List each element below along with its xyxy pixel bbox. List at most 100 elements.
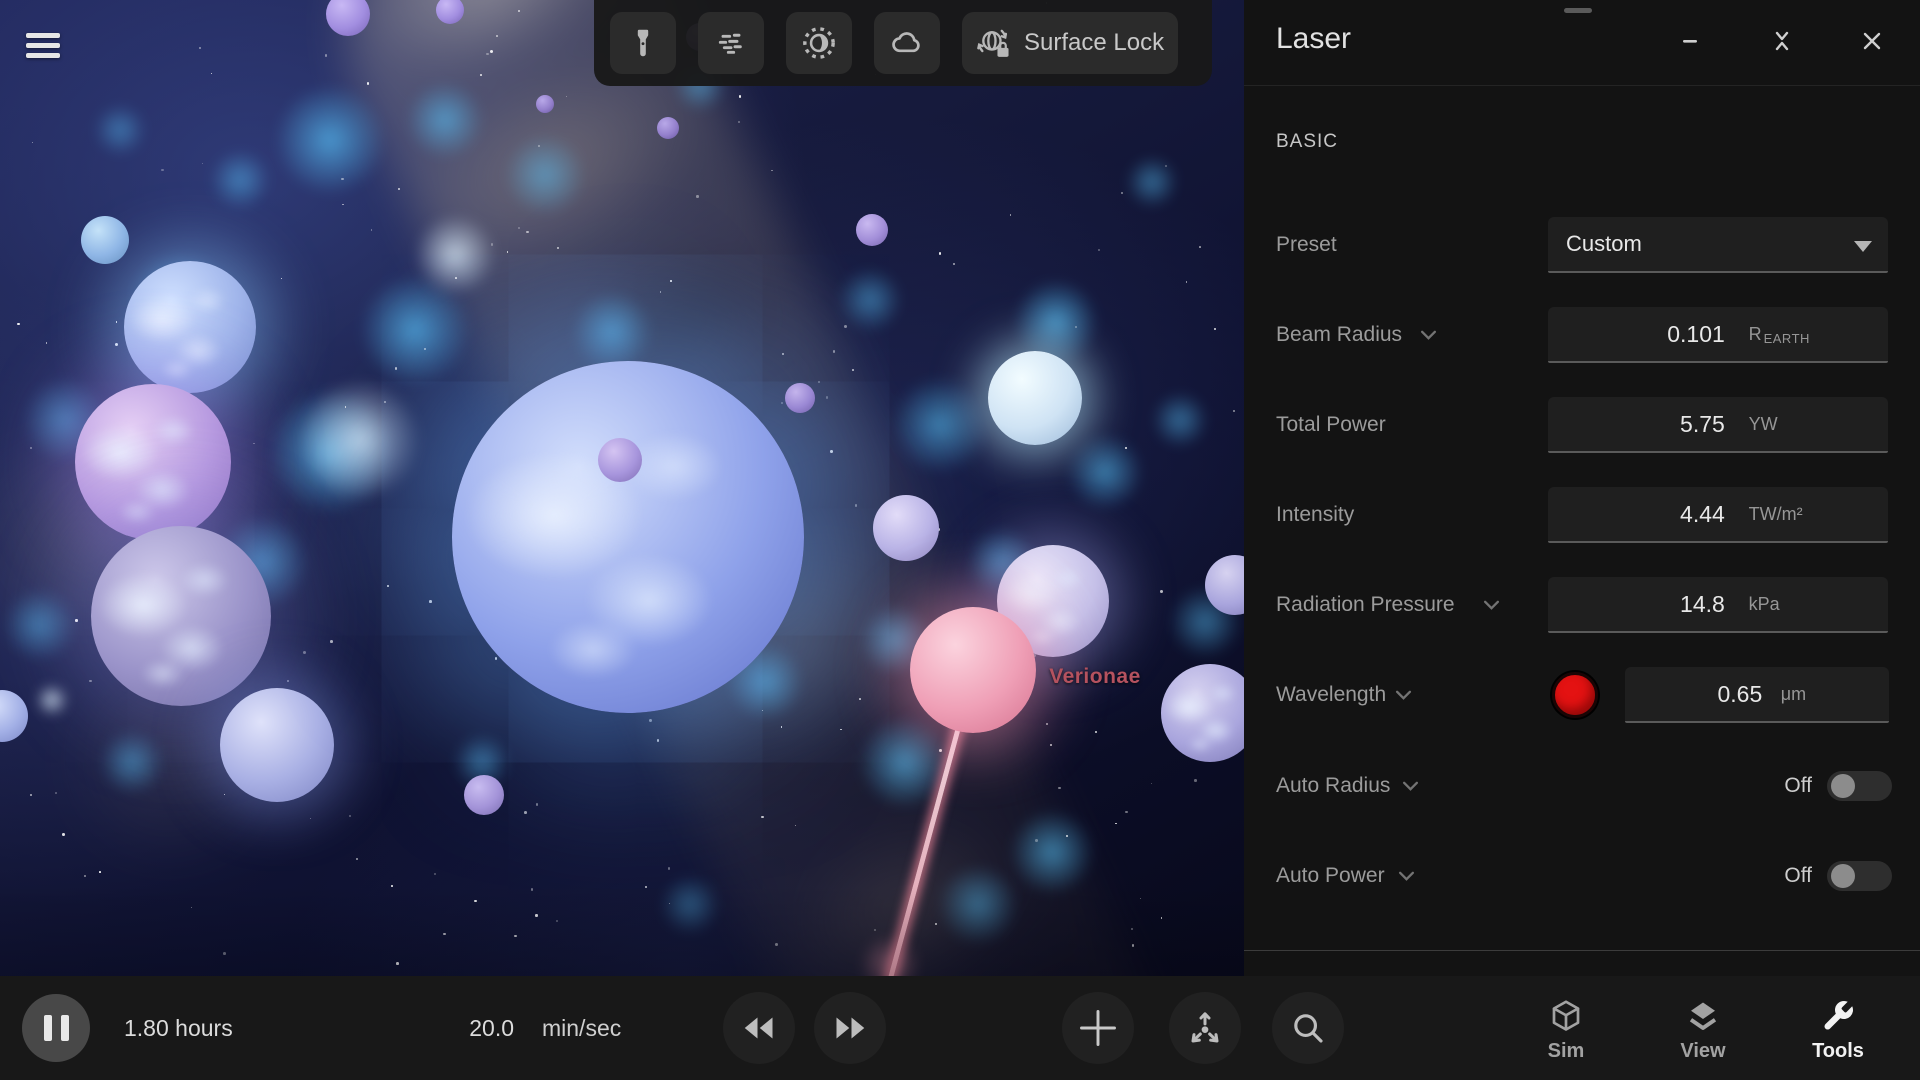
laser-tool-panel: Laser BASIC Preset Custom xyxy=(1244,0,1920,976)
celestial-body[interactable] xyxy=(910,607,1036,733)
star xyxy=(30,447,32,449)
star xyxy=(781,402,783,404)
star xyxy=(253,443,255,445)
auto-power-toggle[interactable] xyxy=(1827,861,1892,891)
glow-blob xyxy=(860,605,930,675)
intensity-unit: TW/m² xyxy=(1749,487,1803,541)
celestial-body[interactable] xyxy=(220,688,334,802)
celestial-body[interactable] xyxy=(124,261,256,393)
star xyxy=(486,53,489,56)
star xyxy=(833,350,835,352)
chevron-down-icon[interactable] xyxy=(1402,779,1419,793)
sim-rate-value[interactable]: 20.0 xyxy=(440,976,514,1080)
star xyxy=(287,680,289,682)
star xyxy=(396,962,399,965)
space-viewport[interactable]: Verionae xyxy=(0,0,1244,1080)
particles-icon xyxy=(715,27,747,59)
star xyxy=(89,680,92,683)
chevron-down-icon[interactable] xyxy=(1398,869,1415,883)
surface-lock-button[interactable]: Surface Lock xyxy=(962,12,1178,74)
menu-button[interactable] xyxy=(22,24,68,66)
star xyxy=(1033,654,1036,657)
star xyxy=(134,580,136,582)
star xyxy=(691,554,694,557)
star xyxy=(146,402,149,405)
star xyxy=(199,47,202,50)
celestial-body[interactable] xyxy=(1205,555,1244,615)
celestial-body[interactable] xyxy=(81,216,129,264)
search-button[interactable] xyxy=(1272,992,1344,1064)
chevron-down-icon[interactable] xyxy=(1483,598,1500,612)
star xyxy=(175,418,178,421)
celestial-body[interactable] xyxy=(657,117,679,139)
celestial-body[interactable] xyxy=(436,0,464,24)
beam-radius-row: Beam Radius 0.101 REARTH xyxy=(1244,307,1920,363)
menu-bar xyxy=(26,33,60,38)
star xyxy=(1132,944,1134,946)
celestial-body[interactable] xyxy=(91,526,271,706)
minimize-button[interactable] xyxy=(1671,22,1709,60)
celestial-body[interactable] xyxy=(536,95,554,113)
celestial-body[interactable] xyxy=(997,545,1109,657)
view-nav-button[interactable]: View xyxy=(1641,984,1765,1076)
wavelength-input[interactable]: 0.65 μm xyxy=(1625,667,1889,723)
top-toolbar: Surface Lock xyxy=(594,0,1212,86)
glow-blob xyxy=(1152,392,1208,448)
preset-dropdown[interactable]: Custom xyxy=(1548,217,1888,273)
move-object-button[interactable] xyxy=(1169,992,1241,1064)
speed-up-button[interactable] xyxy=(814,992,886,1064)
sim-nav-button[interactable]: Sim xyxy=(1504,984,1628,1076)
total-power-input[interactable]: 5.75 YW xyxy=(1548,397,1888,453)
celestial-body[interactable] xyxy=(1161,664,1244,762)
celestial-body[interactable] xyxy=(0,690,28,742)
beam-radius-input[interactable]: 0.101 REARTH xyxy=(1548,307,1888,363)
tools-nav-button[interactable]: Tools xyxy=(1776,984,1900,1076)
wavelength-color-swatch[interactable] xyxy=(1552,672,1598,718)
star xyxy=(668,867,671,870)
star xyxy=(1021,602,1022,603)
star xyxy=(202,163,204,165)
star xyxy=(1165,165,1168,168)
total-power-unit: YW xyxy=(1749,397,1778,451)
glow-blob xyxy=(1169,586,1241,658)
flashlight-button[interactable] xyxy=(610,12,676,74)
celestial-body[interactable] xyxy=(785,383,815,413)
star xyxy=(395,367,398,370)
glow-blob xyxy=(727,644,803,720)
collapse-button[interactable] xyxy=(1763,22,1801,60)
star xyxy=(935,923,937,925)
celestial-body[interactable] xyxy=(598,438,642,482)
star xyxy=(1151,783,1152,784)
pause-button[interactable] xyxy=(22,994,90,1062)
glow-blob xyxy=(4,589,76,661)
celestial-body[interactable] xyxy=(988,351,1082,445)
star xyxy=(657,739,659,741)
rotation-ring-button[interactable] xyxy=(786,12,852,74)
celestial-body[interactable] xyxy=(856,214,888,246)
auto-radius-toggle[interactable] xyxy=(1827,771,1892,801)
glow-blob xyxy=(360,275,470,385)
star xyxy=(30,794,32,796)
radiation-pressure-input[interactable]: 14.8 kPa xyxy=(1548,577,1888,633)
glow-blob xyxy=(23,378,107,462)
star xyxy=(367,82,370,85)
celestial-body[interactable] xyxy=(75,384,231,540)
celestial-body[interactable] xyxy=(464,775,504,815)
celestial-body[interactable] xyxy=(873,495,939,561)
particles-button[interactable] xyxy=(698,12,764,74)
intensity-input[interactable]: 4.44 TW/m² xyxy=(1548,487,1888,543)
glow-blob xyxy=(415,215,495,295)
star xyxy=(855,504,858,507)
planet-label[interactable]: Verionae xyxy=(1049,665,1141,689)
celestial-body[interactable] xyxy=(326,0,370,36)
star xyxy=(224,437,225,438)
celestial-body[interactable] xyxy=(452,361,804,713)
slow-down-button[interactable] xyxy=(723,992,795,1064)
cloud-button[interactable] xyxy=(874,12,940,74)
glow-blob xyxy=(132,252,228,348)
chevron-down-icon[interactable] xyxy=(1420,328,1437,342)
star xyxy=(325,54,328,57)
add-object-button[interactable] xyxy=(1062,992,1134,1064)
chevron-down-icon[interactable] xyxy=(1395,688,1412,702)
close-button[interactable] xyxy=(1853,22,1891,60)
